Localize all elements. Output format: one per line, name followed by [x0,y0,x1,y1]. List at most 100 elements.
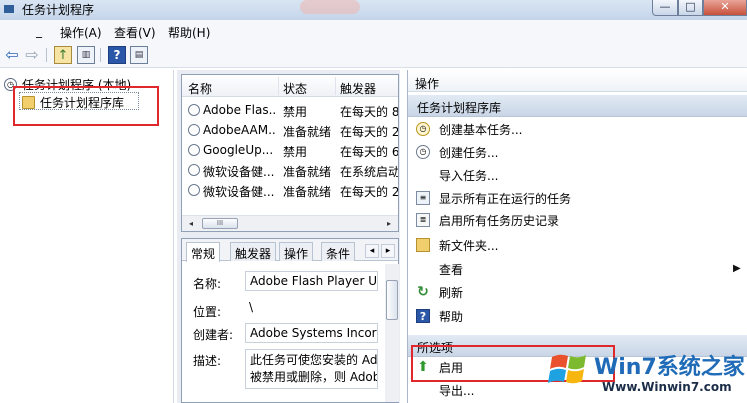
task-clock-icon [188,144,200,156]
section-task-library[interactable]: 任务计划程序库 [408,95,747,117]
app-icon [4,5,14,13]
column-trigger[interactable]: 触发器 [340,80,376,97]
action-new-folder[interactable]: 新文件夹... [416,235,498,255]
task-name: AdobeAAM... [203,123,277,137]
watermark: Win7系统之家 Www.Winwin7.com [548,344,747,403]
table-row[interactable]: 微软设备健... 准备就绪 在每天的 2 [182,180,398,200]
tab-actions[interactable]: 操作 [279,242,314,261]
task-status: 准备就绪 [283,125,332,139]
action-create-basic-task[interactable]: ◷ 创建基本任务... [416,119,522,139]
task-name: GoogleUp... [203,143,274,157]
import-task-icon [416,168,430,182]
title-bar: 任务计划程序 — □ ✕ [0,0,747,20]
minimize-button[interactable]: — [652,0,678,16]
task-clock-icon [188,124,200,136]
vertical-scroll-thumb[interactable] [386,280,398,320]
tab-general[interactable]: 常规 [186,242,221,262]
vertical-scrollbar[interactable] [385,264,399,402]
action-label: 帮助 [439,309,464,324]
column-status[interactable]: 状态 [283,80,307,97]
action-label: 显示所有正在运行的任务 [439,191,572,206]
column-divider[interactable] [278,77,279,95]
tab-conditions[interactable]: 条件 [321,242,356,261]
description-line: 此任务可使您安装的 Adobe [250,353,378,367]
forward-arrow-icon[interactable]: ⇨ [23,46,41,64]
task-trigger: 在每天的 2 [340,125,399,139]
task-list-header: 名称 状态 触发器 [182,75,398,97]
menu-view[interactable]: 查看(V) [114,24,156,41]
table-row[interactable]: AdobeAAM... 准备就绪 在每天的 2 [182,120,398,140]
toolbar-separator [100,48,101,62]
action-enable-history[interactable]: ≣ 启用所有任务历史记录 [416,210,559,230]
description-field[interactable]: 此任务可使您安装的 Adobe 被禁用或删除，则 Adobe [245,349,378,389]
maximize-button[interactable]: □ [678,0,703,16]
back-arrow-icon[interactable]: ⇦ [3,46,21,64]
tab-scroll-right[interactable]: ▸ [381,244,395,258]
description-label: 描述: [193,354,222,368]
help-icon[interactable]: ? [108,46,126,64]
up-folder-icon[interactable]: ↑ [54,46,72,64]
new-folder-icon [416,238,430,252]
create-basic-task-icon: ◷ [416,122,430,136]
name-field[interactable]: Adobe Flash Player Updater [245,271,378,291]
horizontal-scrollbar[interactable]: ◂ III ▸ [182,215,398,231]
submenu-arrow-icon: ▶ [733,263,741,274]
history-icon: ≣ [416,213,430,227]
action-label: 启用所有任务历史记录 [439,213,560,228]
action-show-running-tasks[interactable]: ≡ 显示所有正在运行的任务 [416,188,571,208]
task-name: 微软设备健... [203,165,275,179]
menu-file-stub[interactable]: _ [36,24,42,38]
refresh-icon: ↻ [417,284,429,300]
scroll-right-button[interactable]: ▸ [382,218,396,230]
show-action-pane-icon[interactable]: ▤ [130,46,148,64]
task-clock-icon [188,184,200,196]
highlight-box-library [13,86,159,126]
task-status: 准备就绪 [283,185,332,199]
action-import-task[interactable]: 导入任务... [416,165,498,185]
task-list: 名称 状态 触发器 Adobe Flas... 禁用 在每天的 8 AdobeA… [181,74,399,232]
action-view[interactable]: 查看 [416,259,463,279]
show-pane-icon[interactable]: ▥ [77,46,95,64]
navigation-tree: ◷ 任务计划程序 (本地) 任务计划程序库 [0,70,174,403]
menu-action[interactable]: 操作(A) [60,24,102,41]
scroll-left-button[interactable]: ◂ [184,218,198,230]
action-label: 新文件夹... [439,238,499,253]
action-refresh[interactable]: ↻ 刷新 [416,282,463,302]
action-label: 刷新 [439,285,464,300]
column-divider[interactable] [335,77,336,95]
column-name[interactable]: 名称 [188,80,212,97]
task-status: 准备就绪 [283,165,332,179]
table-row[interactable]: Adobe Flas... 禁用 在每天的 8 [182,100,398,120]
name-label: 名称: [193,277,222,291]
menu-help[interactable]: 帮助(H) [168,24,210,41]
action-label: 创建任务... [439,145,499,160]
task-name: Adobe Flas... [203,103,277,117]
author-field[interactable]: Adobe Systems Incorporated [245,323,378,343]
action-export[interactable]: 导出... [416,380,474,400]
scroll-thumb[interactable]: III [202,218,238,229]
table-row[interactable]: GoogleUp... 禁用 在每天的 6 [182,140,398,160]
running-tasks-icon: ≡ [416,191,430,205]
location-label: 位置: [193,305,222,319]
help-icon: ? [416,309,430,323]
task-clock-icon [188,104,200,116]
tab-scroll-left[interactable]: ◂ [365,244,379,258]
actions-header: 操作 [408,70,747,92]
task-trigger: 在每天的 2 [340,185,399,199]
close-button[interactable]: ✕ [703,0,747,16]
center-pane: 名称 状态 触发器 Adobe Flas... 禁用 在每天的 8 AdobeA… [177,70,400,403]
action-label: 查看 [439,262,464,277]
action-label: 创建基本任务... [439,122,523,137]
view-icon [416,262,430,276]
detail-tabs: 常规 触发器 操作 条件 ◂ ▸ [182,239,398,262]
task-detail-panel: 常规 触发器 操作 条件 ◂ ▸ 名称: Adobe Flash Player … [181,238,399,403]
windows-logo-icon [548,354,586,384]
action-label: 导出... [439,383,475,398]
table-row[interactable]: 微软设备健... 准备就绪 在系统启动 [182,160,398,180]
tab-triggers[interactable]: 触发器 [230,242,277,261]
task-name: 微软设备健... [203,185,275,199]
menu-bar: _ 操作(A) 查看(V) 帮助(H) [0,20,747,42]
action-create-task[interactable]: ◷ 创建任务... [416,142,498,162]
export-icon [416,383,430,397]
action-help[interactable]: ? 帮助 [416,306,463,326]
